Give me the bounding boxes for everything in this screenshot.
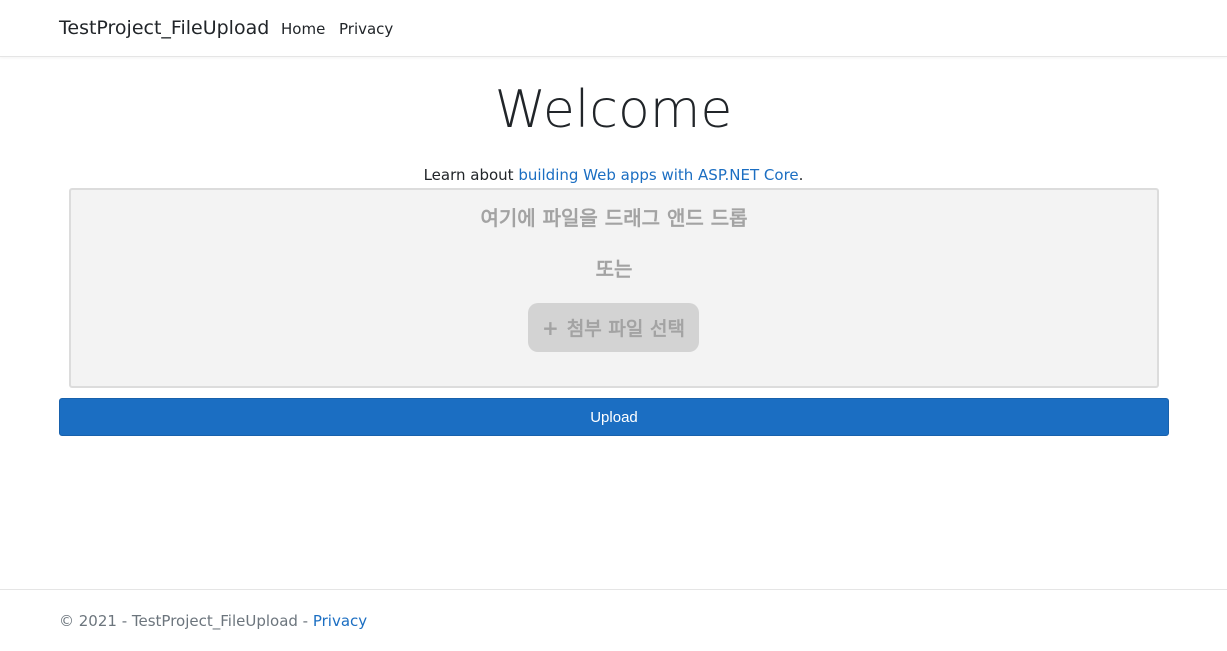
learn-prefix: Learn about (423, 166, 519, 184)
upload-button[interactable]: Upload (59, 398, 1169, 436)
footer-privacy-link[interactable]: Privacy (313, 612, 367, 630)
plus-icon: + (542, 315, 559, 340)
nav-privacy-link[interactable]: Privacy (339, 20, 393, 38)
brand-link[interactable]: TestProject_FileUpload (59, 17, 269, 39)
dropzone-title: 여기에 파일을 드래그 앤드 드롭 (480, 206, 748, 230)
nav-home-link[interactable]: Home (281, 20, 325, 38)
footer-copyright: © 2021 - TestProject_FileUpload - (59, 612, 313, 630)
dropzone-or-text: 또는 (595, 257, 633, 281)
navbar: TestProject_FileUpload Home Privacy (0, 0, 1227, 57)
page-title: Welcome (494, 80, 733, 140)
select-attachment-label: 첨부 파일 선택 (566, 318, 685, 340)
select-attachment-button[interactable]: + 첨부 파일 선택 (528, 303, 699, 352)
aspnet-docs-link[interactable]: building Web apps with ASP.NET Core (518, 166, 798, 184)
learn-about-text: Learn about building Web apps with ASP.N… (0, 166, 1227, 184)
learn-suffix: . (798, 166, 804, 184)
file-dropzone[interactable]: 여기에 파일을 드래그 앤드 드롭 또는 + 첨부 파일 선택 (69, 188, 1159, 388)
footer: © 2021 - TestProject_FileUpload - Privac… (0, 589, 1227, 651)
footer-text: © 2021 - TestProject_FileUpload - Privac… (59, 612, 367, 630)
